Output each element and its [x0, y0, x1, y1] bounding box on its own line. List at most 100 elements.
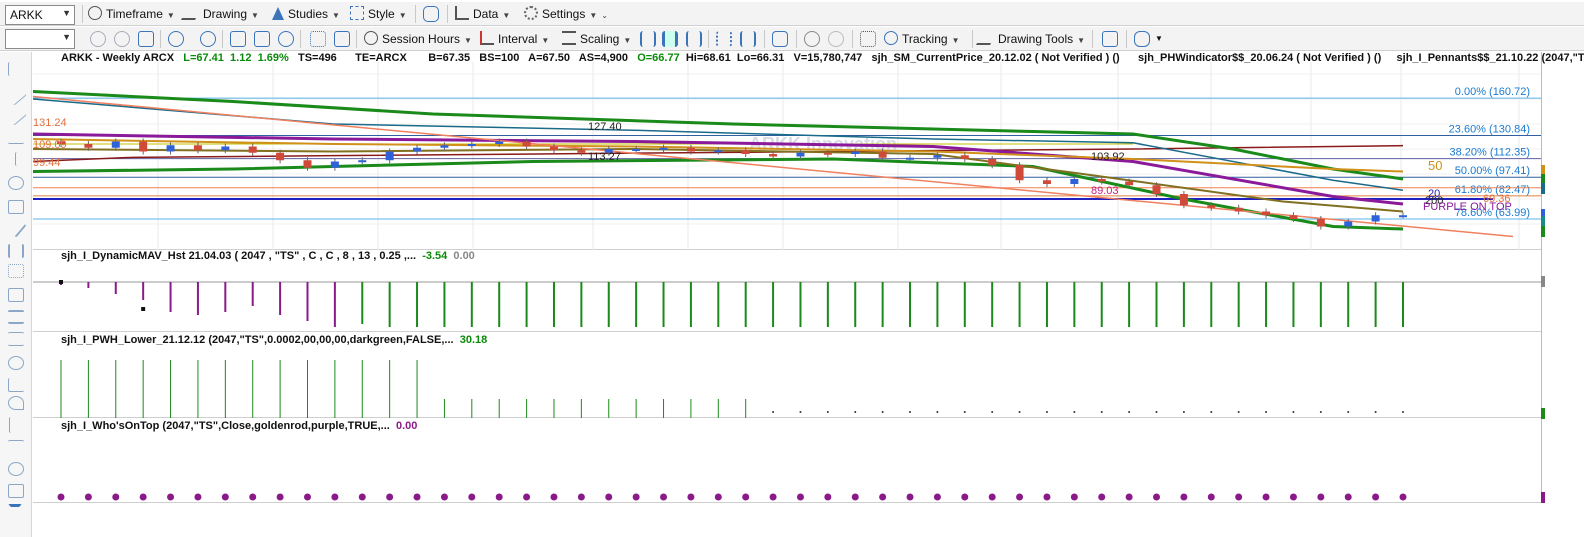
- spiral-tool-icon[interactable]: [8, 356, 24, 370]
- dyn-axis-right[interactable]: [1541, 250, 1584, 332]
- dynamic-mav-label: sjh_I_DynamicMAV_Hst 21.04.03 ( 2047 , "…: [61, 250, 417, 262]
- table-icon[interactable]: [138, 31, 154, 47]
- network-icon[interactable]: [278, 31, 294, 47]
- crosshair-tool-icon[interactable]: [8, 62, 24, 76]
- pwh-dot: [1128, 411, 1131, 413]
- separator: [764, 30, 765, 48]
- pwh-dot: [1292, 411, 1295, 413]
- arc-tool-icon[interactable]: [8, 396, 24, 410]
- candle: [960, 155, 969, 159]
- tracking-label: Tracking: [902, 32, 948, 46]
- ellipse-tool-icon[interactable]: [8, 462, 24, 476]
- whos-on-top-dot: [303, 493, 311, 501]
- chart-icon[interactable]: [254, 31, 270, 47]
- cog-icon[interactable]: [310, 31, 326, 47]
- scaling-button[interactable]: Scaling ▼: [562, 29, 631, 49]
- chevron-down-icon[interactable]: ▼: [1155, 29, 1163, 49]
- pencil-tool-icon[interactable]: [5, 216, 27, 238]
- price-annotation: PURPLE ON TOP: [1423, 201, 1512, 213]
- candle: [413, 147, 422, 152]
- config-icon[interactable]: [334, 31, 350, 47]
- hollow-candle-icon[interactable]: [686, 31, 702, 47]
- arrow-down-tool-icon[interactable]: [9, 417, 23, 433]
- whos-on-top-dot: [769, 493, 777, 501]
- timeframe-button[interactable]: Timeframe ▼: [88, 4, 175, 24]
- session-hours-button[interactable]: Session Hours ▼: [364, 29, 472, 49]
- text-tool-icon[interactable]: [8, 504, 22, 518]
- pwh-dot: [826, 411, 829, 413]
- who-axis-right[interactable]: [1541, 418, 1584, 503]
- trendline-tool-icon[interactable]: [5, 84, 27, 106]
- vertical-line-icon[interactable]: [15, 152, 31, 166]
- search-icon[interactable]: [168, 31, 184, 47]
- candle: [1207, 205, 1216, 208]
- pwh-axis-right[interactable]: [1541, 332, 1584, 418]
- cycle-tool-icon[interactable]: [8, 176, 24, 190]
- bar-chart-icon[interactable]: [640, 31, 656, 47]
- whos-on-top-dot: [796, 493, 804, 501]
- arrow-up-tool-icon[interactable]: [8, 440, 24, 454]
- angle-tool-icon[interactable]: [8, 378, 24, 392]
- fib-extension-icon[interactable]: [8, 332, 24, 346]
- select-icon[interactable]: [860, 31, 876, 47]
- layout-icon[interactable]: [772, 31, 788, 47]
- symbol-input[interactable]: ARKK ▼: [5, 5, 75, 25]
- data-grid-icon: [455, 6, 469, 20]
- tick-chart-icon[interactable]: [740, 31, 756, 47]
- chevron-down-icon: ▼: [62, 8, 71, 18]
- settings-button[interactable]: Settings ▼ ⌄: [524, 4, 608, 24]
- candlestick-icon[interactable]: [662, 31, 678, 47]
- whos-on-top-dot: [851, 493, 859, 501]
- whos-on-top-dot: [1399, 493, 1407, 501]
- dynamic-mav-pane[interactable]: sjh_I_DynamicMAV_Hst 21.04.03 ( 2047 , "…: [33, 250, 1541, 332]
- zoom-in-icon[interactable]: [804, 31, 820, 47]
- data-button[interactable]: Data ▼: [455, 4, 510, 24]
- price-annotation: 103.92: [1091, 151, 1125, 163]
- separator: [1126, 30, 1127, 48]
- reload-icon[interactable]: [114, 31, 130, 47]
- pwh-dot: [909, 411, 912, 413]
- drawing-button[interactable]: Drawing ▼: [180, 4, 259, 24]
- drawing-tools-button[interactable]: Drawing Tools ▼: [975, 29, 1085, 49]
- price-annotation: 89.03: [1091, 185, 1119, 197]
- indicator-icon[interactable]: [1134, 31, 1150, 47]
- candle: [1097, 179, 1106, 182]
- candle: [330, 161, 339, 168]
- ray-tool-icon[interactable]: [5, 104, 27, 126]
- tracking-button[interactable]: Tracking ▼: [884, 29, 960, 49]
- zoom-out-icon[interactable]: [828, 31, 844, 47]
- whos-on-top-dot: [1317, 493, 1325, 501]
- separator: [796, 30, 797, 48]
- refresh-icon[interactable]: [90, 31, 106, 47]
- fib-levels-icon[interactable]: [8, 310, 24, 324]
- price-chart[interactable]: ARKK Innovation 0.00% (160.72)23.60% (13…: [32, 52, 1541, 250]
- style-button[interactable]: Style ▼: [350, 4, 407, 24]
- trend-icon[interactable]: [1102, 31, 1118, 47]
- rectangle-tool-icon[interactable]: [8, 484, 24, 498]
- pwh-pane[interactable]: sjh_I_PWH_Lower_21.12.12 (2047,"TS",0.00…: [33, 332, 1541, 427]
- interval-button[interactable]: Interval ▼: [480, 29, 549, 49]
- interval-label: Interval: [498, 32, 538, 46]
- whos-on-top-dot: [249, 493, 257, 501]
- parallel-tool-icon[interactable]: [8, 244, 24, 258]
- window-layout-icon[interactable]: [423, 6, 439, 22]
- price-pane[interactable]: ARKK Innovation 0.00% (160.72) 23.60% (13…: [32, 52, 1584, 250]
- price-axis-right[interactable]: [1541, 52, 1584, 250]
- whos-on-top-dot: [1016, 493, 1024, 501]
- whos-on-top-pane[interactable]: sjh_I_Who'sOnTop (2047,"TS",Close,golden…: [33, 418, 1541, 503]
- whos-on-top-dot: [413, 493, 421, 501]
- gann-tool-icon[interactable]: [8, 264, 24, 278]
- price-annotation: 20: [1428, 188, 1440, 200]
- studies-button[interactable]: Studies ▼: [272, 4, 340, 24]
- chart-toolbar: ▼ Session Hours ▼ Interval ▼ Scaling ▼ Trac…: [0, 27, 1584, 51]
- pwh-dot: [854, 411, 857, 413]
- chart-type-combo[interactable]: ▼: [5, 29, 75, 49]
- channel-tool-icon[interactable]: [8, 200, 24, 214]
- curve-icon[interactable]: [230, 31, 246, 47]
- speedometer-icon[interactable]: [200, 31, 216, 47]
- whos-on-top-dot: [57, 493, 65, 501]
- whos-on-top-dot: [276, 493, 284, 501]
- volume-bars-icon[interactable]: [716, 31, 732, 47]
- horizontal-line-icon[interactable]: [8, 130, 24, 144]
- fib-grid-icon[interactable]: [8, 288, 24, 302]
